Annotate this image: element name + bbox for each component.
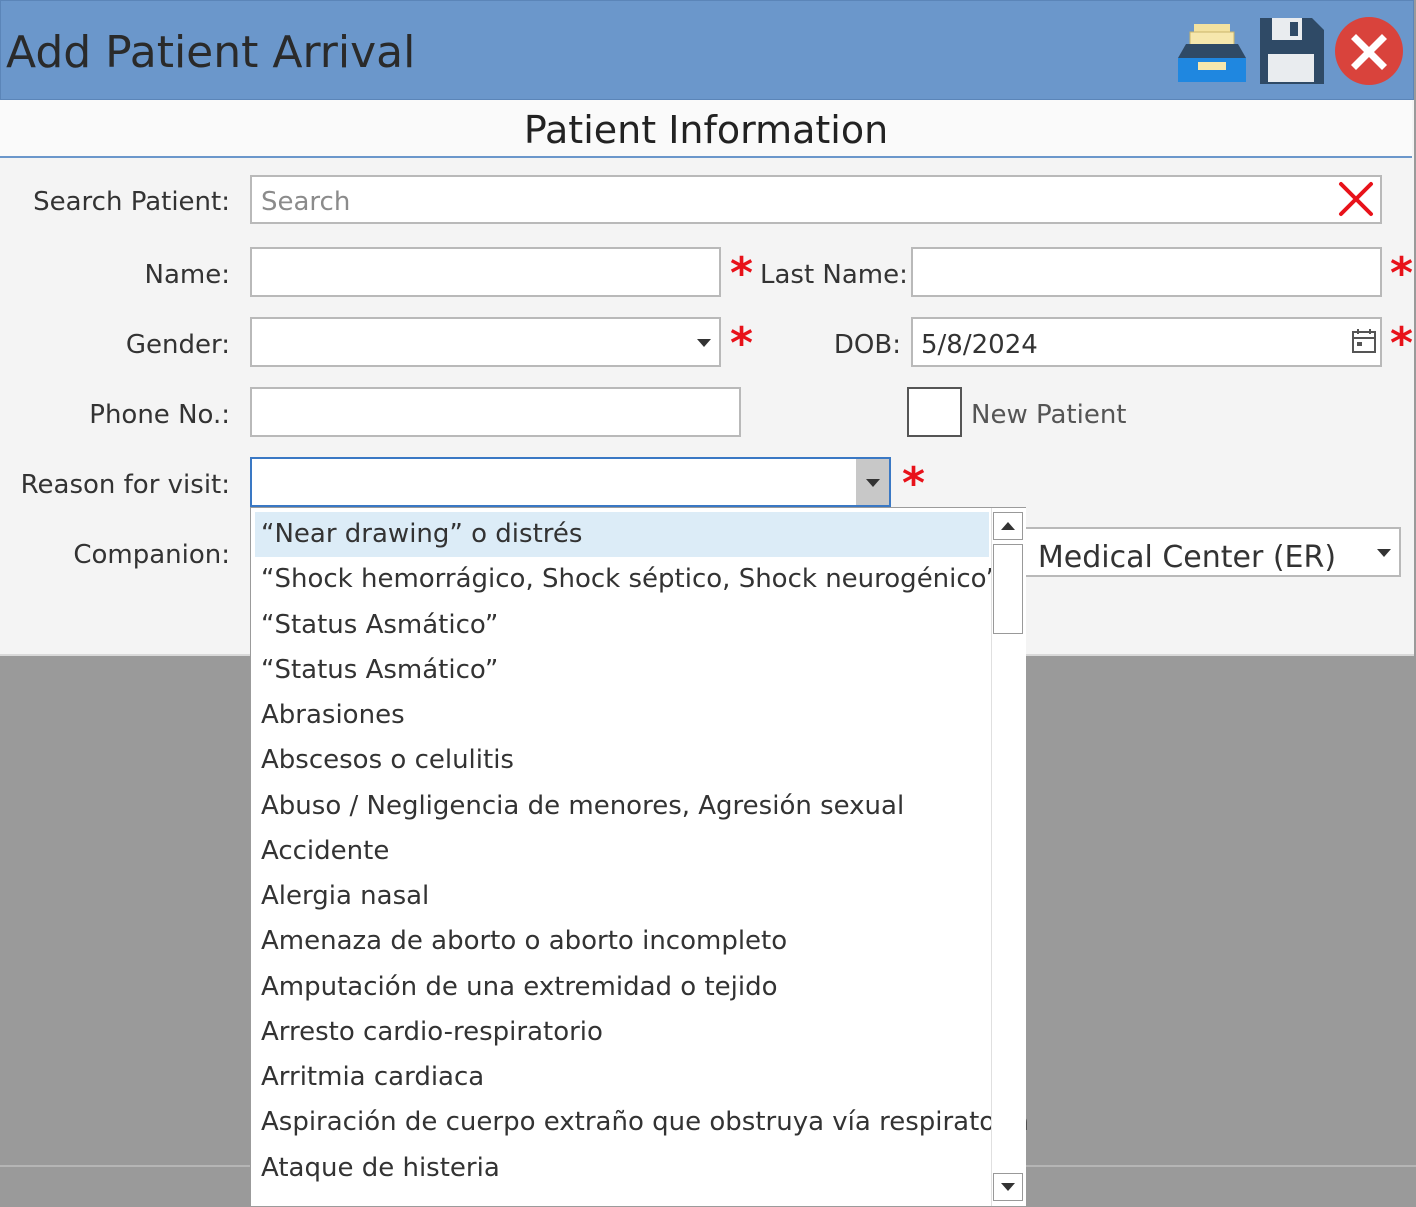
list-item[interactable]: Amputación de una extremidad o tejido (255, 965, 989, 1010)
scroll-down-button[interactable] (993, 1173, 1023, 1201)
search-placeholder: Search (261, 187, 351, 217)
dob-label: DOB: (833, 330, 901, 360)
reason-label: Reason for visit: (20, 470, 230, 500)
close-x-icon[interactable] (1334, 16, 1404, 86)
calendar-icon[interactable] (1351, 328, 1377, 354)
gender-chevron-down-icon[interactable] (697, 339, 711, 347)
gender-label: Gender: (125, 330, 230, 360)
list-item[interactable]: Ataque de histeria (255, 1146, 989, 1191)
new-patient-checkbox[interactable] (907, 387, 962, 437)
name-label: Name: (144, 260, 230, 290)
list-item[interactable]: Abuso / Negligencia de menores, Agresión… (255, 784, 989, 829)
gender-required-mark: * (730, 318, 754, 369)
list-item[interactable]: Aspiración de cuerpo extraño que obstruy… (255, 1100, 1029, 1145)
reason-chevron-down-icon[interactable] (866, 479, 880, 487)
list-item[interactable]: Abrasiones (255, 693, 989, 738)
floppy-disk-icon[interactable] (1256, 16, 1326, 86)
reason-required-mark: * (902, 458, 926, 509)
new-patient-label: New Patient (971, 400, 1127, 430)
search-patient-label: Search Patient: (33, 187, 230, 217)
facility-chevron-down-icon[interactable] (1377, 549, 1391, 557)
last-name-input[interactable] (911, 247, 1382, 297)
dob-value: 5/8/2024 (921, 330, 1038, 360)
dob-required-mark: * (1390, 318, 1414, 369)
list-item[interactable]: “Status Asmático” (255, 648, 989, 693)
list-item[interactable]: Amenaza de aborto o aborto incompleto (255, 919, 989, 964)
list-item[interactable]: Arritmia cardiaca (255, 1055, 989, 1100)
phone-input[interactable] (250, 387, 741, 437)
reason-select[interactable] (250, 457, 891, 507)
list-item[interactable]: Alergia nasal (255, 874, 989, 919)
last-name-label: Last Name: (760, 260, 908, 290)
search-input[interactable] (250, 175, 1382, 224)
list-item[interactable]: Accidente (255, 829, 989, 874)
list-item[interactable]: “Near drawing” o distrés (255, 512, 989, 557)
facility-value: l Medical Center (ER) (1020, 540, 1337, 575)
list-item[interactable]: Arresto cardio-respiratorio (255, 1010, 989, 1055)
last-name-required-mark: * (1390, 248, 1414, 299)
gender-select[interactable] (250, 317, 721, 367)
phone-label: Phone No.: (89, 400, 230, 430)
list-item[interactable]: “Status Asmático” (255, 603, 989, 648)
archive-tray-icon[interactable] (1176, 18, 1248, 84)
clear-search-icon[interactable] (1338, 181, 1374, 217)
section-title: Patient Information (523, 108, 889, 152)
name-input[interactable] (250, 247, 721, 297)
scrollbar-thumb[interactable] (993, 544, 1023, 634)
name-required-mark: * (730, 248, 754, 299)
companion-label: Companion: (73, 540, 230, 570)
reason-dropdown-list[interactable]: “Near drawing” o distrés “Shock hemorrág… (250, 507, 1029, 1207)
list-item[interactable]: Abscesos o celulitis (255, 738, 989, 783)
list-item[interactable]: “Shock hemorrágico, Shock séptico, Shock… (255, 557, 999, 602)
scroll-up-button[interactable] (993, 512, 1023, 540)
window-title: Add Patient Arrival (6, 27, 416, 78)
